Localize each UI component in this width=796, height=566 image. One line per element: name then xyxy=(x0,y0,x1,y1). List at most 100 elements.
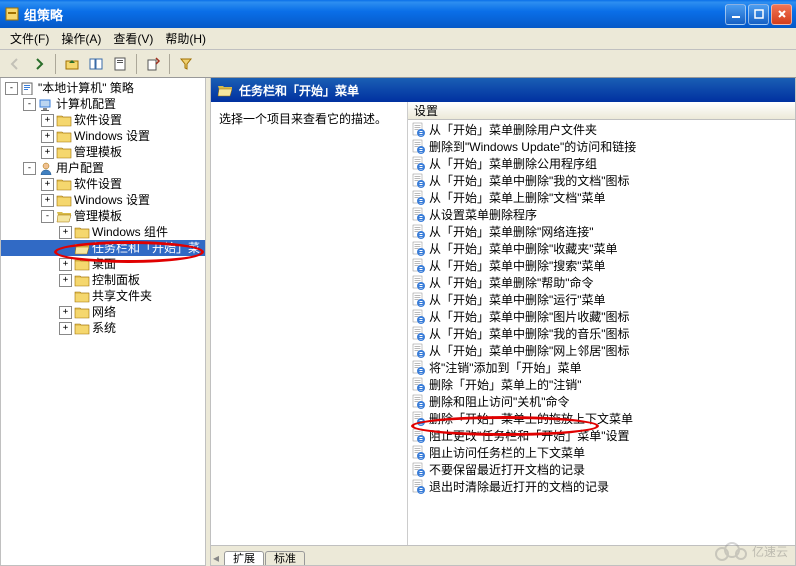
policy-icon xyxy=(410,394,426,410)
policy-item[interactable]: 删除「开始」菜单上的"注销" xyxy=(408,376,795,393)
policy-item[interactable]: 从「开始」菜单删除用户文件夹 xyxy=(408,121,795,138)
policy-label: 从「开始」菜单中删除"运行"菜单 xyxy=(429,291,606,308)
tree-software-settings[interactable]: +软件设置 xyxy=(1,112,205,128)
policy-item[interactable]: 从「开始」菜单删除公用程序组 xyxy=(408,155,795,172)
tree-label: 任务栏和「开始」菜 xyxy=(92,240,200,256)
tree-windows-settings-user[interactable]: +Windows 设置 xyxy=(1,192,205,208)
policy-item[interactable]: 删除到"Windows Update"的访问和链接 xyxy=(408,138,795,155)
policy-item[interactable]: 删除「开始」菜单上的拖放上下文菜单 xyxy=(408,410,795,427)
tree-system[interactable]: +系统 xyxy=(1,320,205,336)
tree-admin-templates-user[interactable]: - 管理模板 xyxy=(1,208,205,224)
policy-item[interactable]: 从「开始」菜单删除"网络连接" xyxy=(408,223,795,240)
column-header-setting[interactable]: 设置 xyxy=(408,102,795,120)
toolbar-separator xyxy=(55,54,56,74)
policy-label: 从「开始」菜单中删除"我的音乐"图标 xyxy=(429,325,630,342)
policy-item[interactable]: 从「开始」菜单中删除"搜索"菜单 xyxy=(408,257,795,274)
properties-button[interactable] xyxy=(109,53,131,75)
policy-icon xyxy=(410,292,426,308)
policy-item[interactable]: 从「开始」菜单中删除"我的音乐"图标 xyxy=(408,325,795,342)
expand-icon[interactable]: + xyxy=(41,114,54,127)
tree-admin-templates[interactable]: +管理模板 xyxy=(1,144,205,160)
policy-item[interactable]: 阻止访问任务栏的上下文菜单 xyxy=(408,444,795,461)
collapse-icon[interactable]: - xyxy=(23,98,36,111)
tree-network[interactable]: +网络 xyxy=(1,304,205,320)
folder-closed-icon xyxy=(56,177,72,191)
tree-windows-settings[interactable]: +Windows 设置 xyxy=(1,128,205,144)
policy-icon xyxy=(410,173,426,189)
close-button[interactable] xyxy=(771,4,792,25)
policy-item[interactable]: 从「开始」菜单中删除"图片收藏"图标 xyxy=(408,308,795,325)
filter-button[interactable] xyxy=(175,53,197,75)
toolbar xyxy=(0,50,796,78)
collapse-icon[interactable]: - xyxy=(5,82,18,95)
policy-item[interactable]: 从「开始」菜单中删除"运行"菜单 xyxy=(408,291,795,308)
tree-label: 用户配置 xyxy=(56,160,104,176)
export-button[interactable] xyxy=(142,53,164,75)
policy-item[interactable]: 从「开始」菜单中删除"收藏夹"菜单 xyxy=(408,240,795,257)
tree-pane[interactable]: -"本地计算机" 策略-计算机配置+软件设置+Windows 设置+管理模板-用… xyxy=(0,78,206,566)
policy-item[interactable]: 从设置菜单删除程序 xyxy=(408,206,795,223)
tree-taskbar-start[interactable]: 任务栏和「开始」菜 xyxy=(1,240,205,256)
forward-button[interactable] xyxy=(28,53,50,75)
tree-root-node[interactable]: - "本地计算机" 策略 xyxy=(1,80,205,96)
tree-desktop[interactable]: + 桌面 xyxy=(1,256,205,272)
expand-icon[interactable]: + xyxy=(41,130,54,143)
tree-shared-folders[interactable]: 共享文件夹 xyxy=(1,288,205,304)
expand-icon[interactable]: + xyxy=(59,258,72,271)
collapse-icon[interactable]: - xyxy=(23,162,36,175)
show-hide-tree-button[interactable] xyxy=(85,53,107,75)
up-folder-button[interactable] xyxy=(61,53,83,75)
tree-computer-config[interactable]: -计算机配置 xyxy=(1,96,205,112)
policy-item[interactable]: 将"注销"添加到「开始」菜单 xyxy=(408,359,795,376)
tree-user-config[interactable]: - 用户配置 xyxy=(1,160,205,176)
folder-closed-icon xyxy=(74,321,90,335)
policy-item[interactable]: 从「开始」菜单中删除"我的文档"图标 xyxy=(408,172,795,189)
expand-icon[interactable]: + xyxy=(59,226,72,239)
policy-label: 删除和阻止访问"关机"命令 xyxy=(429,393,570,410)
expand-icon[interactable]: + xyxy=(59,274,72,287)
menubar: 文件(F) 操作(A) 查看(V) 帮助(H) xyxy=(0,28,796,50)
policy-item[interactable]: 从「开始」菜单上删除"文档"菜单 xyxy=(408,189,795,206)
policy-item[interactable]: 不要保留最近打开文档的记录 xyxy=(408,461,795,478)
policy-item[interactable]: 阻止更改"任务栏和「开始」菜单"设置 xyxy=(408,427,795,444)
tree-label: 桌面 xyxy=(92,256,116,272)
expand-icon[interactable]: + xyxy=(59,306,72,319)
tree-label: 管理模板 xyxy=(74,208,122,224)
expand-icon[interactable]: + xyxy=(59,322,72,335)
expand-icon[interactable]: + xyxy=(41,146,54,159)
toolbar-separator xyxy=(136,54,137,74)
policy-item[interactable]: 退出时清除最近打开的文档的记录 xyxy=(408,478,795,495)
tab-extended[interactable]: 扩展 xyxy=(224,551,264,566)
expand-icon[interactable]: + xyxy=(41,178,54,191)
tree-windows-components[interactable]: +Windows 组件 xyxy=(1,224,205,240)
policy-list-body[interactable]: 从「开始」菜单删除用户文件夹删除到"Windows Update"的访问和链接从… xyxy=(408,120,795,545)
policy-icon xyxy=(410,190,426,206)
detail-title: 任务栏和「开始」菜单 xyxy=(239,82,359,99)
menu-view[interactable]: 查看(V) xyxy=(107,28,159,49)
minimize-button[interactable] xyxy=(725,4,746,25)
expand-icon[interactable]: + xyxy=(41,194,54,207)
policy-icon xyxy=(410,445,426,461)
tab-standard[interactable]: 标准 xyxy=(265,551,305,566)
toolbar-separator xyxy=(169,54,170,74)
policy-item[interactable]: 从「开始」菜单删除"帮助"命令 xyxy=(408,274,795,291)
detail-tabs: ◂ 扩展 标准 xyxy=(211,545,795,565)
policy-label: 从「开始」菜单中删除"收藏夹"菜单 xyxy=(429,240,618,257)
policy-label: 从「开始」菜单上删除"文档"菜单 xyxy=(429,189,606,206)
policy-label: 退出时清除最近打开的文档的记录 xyxy=(429,478,609,495)
folder-closed-icon xyxy=(74,289,90,303)
policy-label: 从「开始」菜单删除"帮助"命令 xyxy=(429,274,594,291)
maximize-button[interactable] xyxy=(748,4,769,25)
policy-item[interactable]: 从「开始」菜单中删除"网上邻居"图标 xyxy=(408,342,795,359)
tree-software-settings-user[interactable]: +软件设置 xyxy=(1,176,205,192)
policy-item[interactable]: 删除和阻止访问"关机"命令 xyxy=(408,393,795,410)
app-icon xyxy=(4,6,20,22)
tree-control-panel[interactable]: +控制面板 xyxy=(1,272,205,288)
collapse-icon[interactable]: - xyxy=(41,210,54,223)
tree-label: "本地计算机" 策略 xyxy=(38,80,134,96)
menu-file[interactable]: 文件(F) xyxy=(4,28,55,49)
menu-help[interactable]: 帮助(H) xyxy=(159,28,212,49)
root-policy-icon xyxy=(20,81,36,95)
menu-action[interactable]: 操作(A) xyxy=(55,28,107,49)
policy-label: 从设置菜单删除程序 xyxy=(429,206,537,223)
